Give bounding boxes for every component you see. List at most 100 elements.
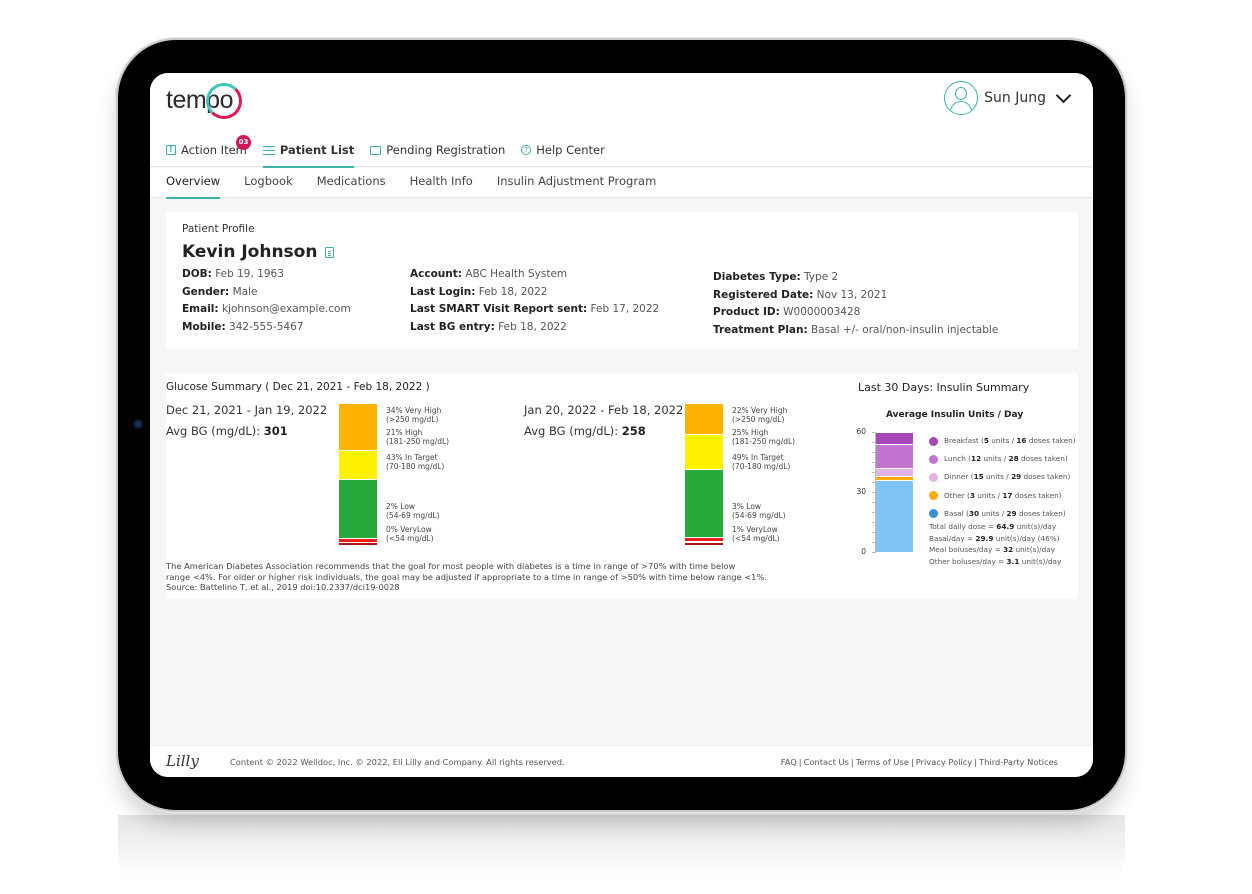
profile-column-1: DOB: Feb 19, 1963 Gender: Male Email: kj… bbox=[182, 266, 351, 336]
profile-column-3: Diabetes Type: Type 2 Registered Date: N… bbox=[713, 269, 998, 339]
tir-label-very-low: 0% VeryLow (<54 mg/dL) bbox=[386, 525, 434, 543]
insulin-stat-line: Total daily dose = 64.9 unit(s)/day bbox=[929, 522, 1057, 531]
footer-link-contact-us[interactable]: Contact Us bbox=[804, 757, 849, 767]
period-2-avg-bg: Avg BG (mg/dL): 258 bbox=[524, 424, 646, 438]
tir-segment-low bbox=[685, 538, 723, 542]
profile-field-last-smart-report: Last SMART Visit Report sent: Feb 17, 20… bbox=[410, 303, 660, 315]
nav-help-center[interactable]: ? Help Center bbox=[521, 133, 605, 167]
tir-label-very-low: 1% VeryLow (<54 mg/dL) bbox=[732, 525, 780, 543]
tab-overview[interactable]: Overview bbox=[166, 168, 221, 199]
time-in-range-bar-1 bbox=[339, 404, 377, 546]
legend-dot-icon bbox=[929, 454, 938, 464]
tir-label-low: 2% Low (54-69 mg/dL) bbox=[386, 502, 440, 520]
footer: Lilly Content © 2022 Welldoc, Inc. © 202… bbox=[150, 745, 1093, 777]
footer-link-third-party-notices[interactable]: Third-Party Notices bbox=[979, 757, 1058, 767]
tab-health-info[interactable]: Health Info bbox=[410, 168, 473, 198]
tir-segment-very-low bbox=[685, 542, 723, 545]
nav-action-item[interactable]: ! Action Item 03 bbox=[166, 133, 251, 167]
user-menu[interactable]: Sun Jung bbox=[944, 81, 1072, 115]
patient-profile-card: Patient Profile Kevin Johnson DOB: Feb 1… bbox=[166, 212, 1078, 349]
tab-logbook[interactable]: Logbook bbox=[244, 168, 293, 198]
profile-field-mobile: Mobile: 342-555-5467 bbox=[182, 320, 304, 333]
legend-dot-icon bbox=[929, 509, 938, 519]
legend-item-breakfast: Breakfast (5 units / 16 doses taken) bbox=[929, 432, 1076, 450]
legend-dot-icon bbox=[929, 473, 938, 482]
tir-segment-very-high bbox=[685, 404, 723, 434]
legend-dot-icon bbox=[929, 491, 938, 501]
tir-label-in-target: 49% In Target (70-180 mg/dL) bbox=[732, 453, 791, 471]
tir-label-high: 21% High (181-250 mg/dL) bbox=[386, 428, 450, 446]
flag-icon bbox=[370, 145, 382, 155]
profile-field-last-bg-entry: Last BG entry: Feb 18, 2022 bbox=[410, 320, 567, 333]
user-name: Sun Jung bbox=[984, 90, 1046, 106]
tempo-logo[interactable]: tempo bbox=[166, 82, 242, 119]
tir-segment-in-target bbox=[339, 479, 377, 539]
legend-item-dinner: Dinner (15 units / 29 doses taken) bbox=[929, 468, 1076, 486]
nav-label: Patient List bbox=[279, 143, 355, 157]
profile-field-registered-date: Registered Date: Nov 13, 2021 bbox=[713, 288, 888, 301]
tir-label-low: 3% Low (54-69 mg/dL) bbox=[732, 502, 786, 520]
patient-name-text: Kevin Johnson bbox=[182, 242, 318, 262]
period-2-range: Jan 20, 2022 - Feb 18, 2022 bbox=[524, 403, 684, 417]
tir-segment-high bbox=[339, 450, 377, 479]
tab-insulin-adjustment-program[interactable]: Insulin Adjustment Program bbox=[497, 168, 657, 198]
ada-recommendation-note: The American Diabetes Association recomm… bbox=[166, 561, 767, 592]
nav-patient-list[interactable]: Patient List bbox=[262, 133, 355, 168]
header: tempo Sun Jung ! Action Item 03 Patient … bbox=[150, 73, 1093, 168]
period-1-avg-bg: Avg BG (mg/dL): 301 bbox=[166, 424, 288, 438]
insulin-stat-line: Meal boluses/day = 32 unit(s)/day bbox=[929, 545, 1056, 554]
time-in-range-bar-2 bbox=[685, 404, 723, 546]
alert-box-icon: ! bbox=[166, 145, 176, 155]
profile-field-diabetes-type: Diabetes Type: Type 2 bbox=[713, 271, 839, 283]
glucose-summary-card: Glucose Summary ( Dec 21, 2021 - Feb 18,… bbox=[166, 373, 1078, 599]
copyright-text: Content © 2022 Welldoc, Inc. © 2022, Eli… bbox=[230, 757, 565, 767]
nav-label: Help Center bbox=[536, 143, 605, 157]
insulin-legend: Breakfast (5 units / 16 doses taken) Lunc… bbox=[929, 432, 1076, 523]
glucose-summary-title: Glucose Summary ( Dec 21, 2021 - Feb 18,… bbox=[166, 381, 430, 393]
footer-link-terms-of-use[interactable]: Terms of Use bbox=[856, 757, 909, 767]
y-tick-label: 0 bbox=[861, 547, 866, 556]
device-camera bbox=[133, 419, 143, 429]
profile-field-email: Email: kjohnson@example.com bbox=[182, 303, 351, 315]
profile-field-account: Account: ABC Health System bbox=[410, 268, 568, 280]
insulin-segment-other bbox=[876, 477, 913, 480]
insulin-stat-line: Basal/day = 29.9 unit(s)/day (46%) bbox=[929, 533, 1060, 543]
patient-name: Kevin Johnson bbox=[182, 242, 335, 262]
profile-field-dob: DOB: Feb 19, 1963 bbox=[182, 268, 284, 280]
y-tick-label: 30 bbox=[856, 487, 866, 496]
insulin-segment-dinner bbox=[876, 469, 913, 476]
tir-label-very-high: 22% Very High (>250 mg/dL) bbox=[732, 406, 788, 424]
insulin-stacked-bar bbox=[876, 432, 913, 552]
profile-field-treatment-plan: Treatment Plan: Basal +/- oral/non-insul… bbox=[713, 323, 999, 336]
footer-links: FAQ | Contact Us | Terms of Use | Privacy Poli… bbox=[780, 757, 1058, 767]
tir-segment-in-target bbox=[685, 469, 723, 538]
legend-dot-icon bbox=[929, 436, 938, 446]
tir-label-in-target: 43% In Target (70-180 mg/dL) bbox=[386, 453, 445, 471]
tir-segment-low bbox=[339, 539, 377, 542]
document-icon[interactable] bbox=[325, 246, 335, 258]
legend-item-other: Other (3 units / 17 doses taken) bbox=[929, 487, 1076, 505]
section-title: Patient Profile bbox=[182, 223, 255, 235]
insulin-stat-line: Other boluses/day = 3.1 unit(s)/day bbox=[929, 556, 1062, 566]
tab-medications[interactable]: Medications bbox=[317, 168, 386, 198]
action-item-count-badge: 03 bbox=[236, 135, 251, 150]
period-1-range: Dec 21, 2021 - Jan 19, 2022 bbox=[166, 403, 328, 417]
tir-label-very-high: 34% Very High (>250 mg/dL) bbox=[386, 406, 442, 424]
insulin-segment-basal bbox=[876, 481, 913, 552]
patient-tabs: Overview Logbook Medications Health Info… bbox=[150, 168, 1093, 199]
y-tick-label: 60 bbox=[856, 427, 866, 436]
insulin-stats: Total daily dose = 64.9 unit(s)/day Basal… bbox=[929, 521, 1061, 567]
footer-link-privacy-policy[interactable]: Privacy Policy bbox=[916, 757, 973, 767]
nav-pending-registration[interactable]: Pending Registration bbox=[370, 133, 505, 167]
main-nav: ! Action Item 03 Patient List Pending Re… bbox=[166, 133, 621, 168]
footer-link-faq[interactable]: FAQ bbox=[781, 757, 797, 767]
profile-field-product-id: Product ID: W0000003428 bbox=[713, 306, 861, 318]
tir-label-high: 25% High (181-250 mg/dL) bbox=[732, 428, 796, 446]
insulin-segment-lunch bbox=[876, 445, 913, 468]
profile-column-2: Account: ABC Health System Last Login: F… bbox=[410, 266, 659, 336]
tir-segment-high bbox=[685, 434, 723, 469]
app-screen: tempo Sun Jung ! Action Item 03 Patient … bbox=[150, 73, 1093, 777]
insulin-summary-title: Last 30 Days: Insulin Summary bbox=[858, 381, 1030, 394]
logo-ring-icon bbox=[206, 83, 242, 119]
tir-segment-very-high bbox=[339, 404, 377, 450]
